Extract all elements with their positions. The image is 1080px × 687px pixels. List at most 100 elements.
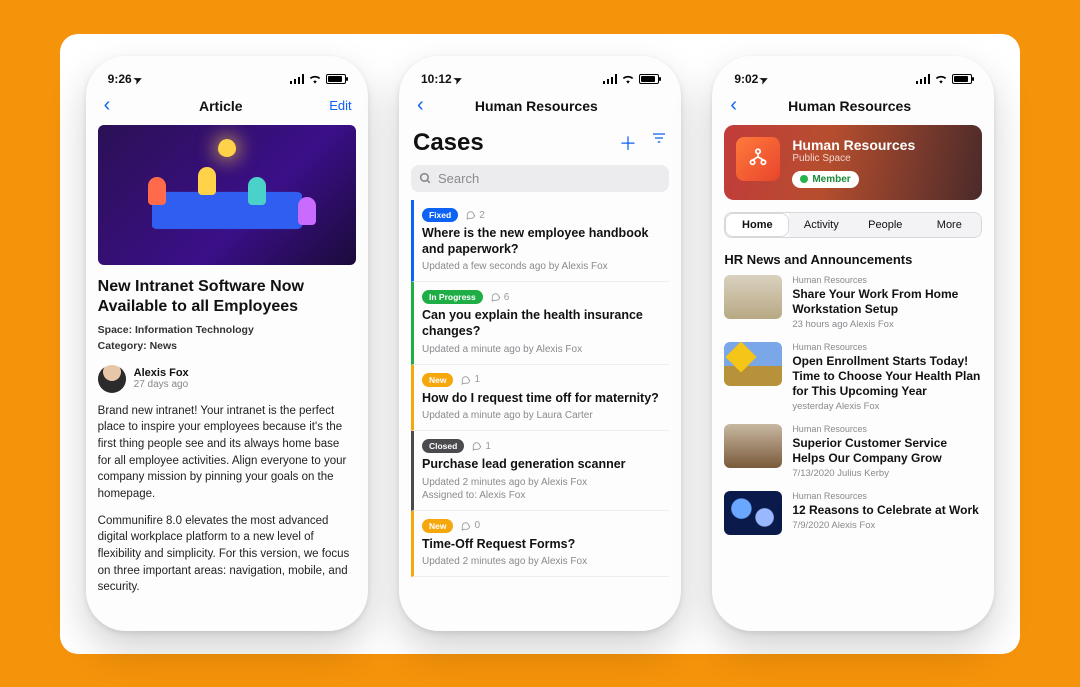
tab-more[interactable]: More [917, 213, 981, 237]
battery-icon [639, 74, 659, 84]
screen: ‹ Human Resources Human Resources Public… [724, 88, 982, 613]
wifi-icon [934, 74, 948, 84]
case-title: Where is the new employee handbook and p… [422, 226, 665, 257]
status-icons [290, 74, 346, 84]
member-chip[interactable]: Member [792, 171, 858, 188]
case-title: How do I request time off for maternity? [422, 391, 665, 407]
case-subtitle: Updated 2 minutes ago by Alexis Fox [422, 555, 665, 568]
case-subtitle: Updated a minute ago by Alexis Fox [422, 343, 665, 356]
edit-button[interactable]: Edit [329, 98, 351, 113]
wifi-icon [621, 74, 635, 84]
status-icons [916, 74, 972, 84]
news-thumbnail [724, 424, 782, 468]
back-icon[interactable]: ‹ [415, 94, 426, 117]
search-input[interactable]: Search [411, 165, 669, 192]
news-category: Human Resources [792, 275, 982, 285]
comment-count: 1 [461, 374, 480, 385]
space-banner: Human Resources Public Space Member [724, 125, 982, 200]
battery-icon [326, 74, 346, 84]
banner-title: Human Resources [792, 137, 915, 153]
author-row[interactable]: Alexis Fox 27 days ago [98, 365, 356, 393]
status-badge: New [422, 519, 453, 533]
section-heading: HR News and Announcements [724, 252, 982, 267]
notch [162, 56, 292, 78]
showcase-card: 9:26➤ ‹ Article Edit New Intranet Softwa… [60, 34, 1020, 654]
news-item[interactable]: Human ResourcesOpen Enrollment Starts To… [724, 342, 982, 412]
news-title: Superior Customer Service Helps Our Comp… [792, 436, 982, 466]
phone-cases: 10:12➤ ‹ Human Resources Cases ＋ [399, 56, 681, 631]
author-date: 27 days ago [134, 379, 189, 390]
search-icon [419, 172, 432, 185]
tab-activity[interactable]: Activity [789, 213, 853, 237]
article-hero-image [98, 125, 356, 265]
news-title: 12 Reasons to Celebrate at Work [792, 503, 982, 518]
news-category: Human Resources [792, 491, 982, 501]
comment-count: 6 [491, 292, 510, 303]
tab-people[interactable]: People [853, 213, 917, 237]
case-subtitle: Updated 2 minutes ago by Alexis Fox [422, 476, 665, 489]
add-case-button[interactable]: ＋ [619, 130, 637, 156]
comment-count: 2 [466, 210, 485, 221]
comment-icon [491, 292, 501, 302]
signal-icon [916, 74, 930, 84]
news-item[interactable]: Human Resources 12 Reasons to Celebrate a… [724, 491, 982, 535]
news-category: Human Resources [792, 424, 982, 434]
news-item[interactable]: Human Resources Share Your Work From Home… [724, 275, 982, 330]
tab-home[interactable]: Home [725, 213, 789, 237]
status-icons [603, 74, 659, 84]
nav-bar: ‹ Article Edit [98, 88, 356, 125]
wifi-icon [308, 74, 322, 84]
phone-article: 9:26➤ ‹ Article Edit New Intranet Softwa… [86, 56, 368, 631]
check-icon [800, 175, 808, 183]
nav-bar: ‹ Human Resources [411, 88, 669, 125]
news-subtitle: 7/13/2020 Julius Kerby [792, 468, 982, 479]
case-item[interactable]: New1How do I request time off for matern… [411, 365, 669, 432]
para-2: Communifire 8.0 elevates the most advanc… [98, 513, 356, 596]
notch [475, 56, 605, 78]
status-time: 9:02➤ [734, 72, 768, 86]
status-badge: Fixed [422, 208, 458, 222]
cases-heading: Cases [413, 129, 484, 157]
status-badge: Closed [422, 439, 464, 453]
avatar [98, 365, 126, 393]
case-item[interactable]: In Progress 6 Can you explain the health i… [411, 282, 669, 364]
article-body: Brand new intranet! Your intranet is the… [98, 403, 356, 596]
comment-count: 1 [472, 441, 491, 452]
back-icon[interactable]: ‹ [728, 94, 739, 117]
news-subtitle: yesterday Alexis Fox [792, 401, 982, 412]
case-item[interactable]: Closed 1 Purchase lead generation scanner U… [411, 431, 669, 511]
news-title: Open Enrollment Starts Today! Time to Ch… [792, 354, 982, 399]
case-title: Purchase lead generation scanner [422, 457, 665, 473]
para-1: Brand new intranet! Your intranet is the… [98, 403, 356, 503]
screen: ‹ Article Edit New Intranet Software Now… [98, 88, 356, 613]
banner-subtitle: Public Space [792, 153, 915, 164]
signal-icon [290, 74, 304, 84]
comment-icon [461, 521, 471, 531]
news-list: Human Resources Share Your Work From Home… [724, 275, 982, 535]
news-item[interactable]: Human Resources Superior Customer Service… [724, 424, 982, 479]
nav-title: Human Resources [475, 98, 598, 114]
signal-icon [603, 74, 617, 84]
comment-count: 0 [461, 520, 480, 531]
case-title: Can you explain the health insurance cha… [422, 308, 665, 339]
case-list: Fixed 2 Where is the new employee handbook… [411, 200, 669, 577]
news-thumbnail [724, 342, 782, 386]
status-time: 9:26➤ [108, 72, 142, 86]
filter-button[interactable] [651, 130, 667, 156]
status-badge: In Progress [422, 290, 483, 304]
article-space: Space: Information Technology [98, 323, 356, 339]
case-item[interactable]: New0Time-Off Request Forms?Updated 2 min… [411, 511, 669, 578]
article-category: Category: News [98, 339, 356, 355]
news-subtitle: 7/9/2020 Alexis Fox [792, 520, 982, 531]
nav-title: Human Resources [788, 98, 911, 114]
search-placeholder: Search [438, 171, 479, 186]
nav-title: Article [199, 98, 243, 114]
news-title: Share Your Work From Home Workstation Se… [792, 287, 982, 317]
case-item[interactable]: Fixed 2 Where is the new employee handbook… [411, 200, 669, 282]
news-subtitle: 23 hours ago Alexis Fox [792, 319, 982, 330]
comment-icon [466, 210, 476, 220]
article-title: New Intranet Software Now Available to a… [98, 277, 356, 317]
battery-icon [952, 74, 972, 84]
back-icon[interactable]: ‹ [102, 94, 113, 117]
status-time: 10:12➤ [421, 72, 462, 86]
